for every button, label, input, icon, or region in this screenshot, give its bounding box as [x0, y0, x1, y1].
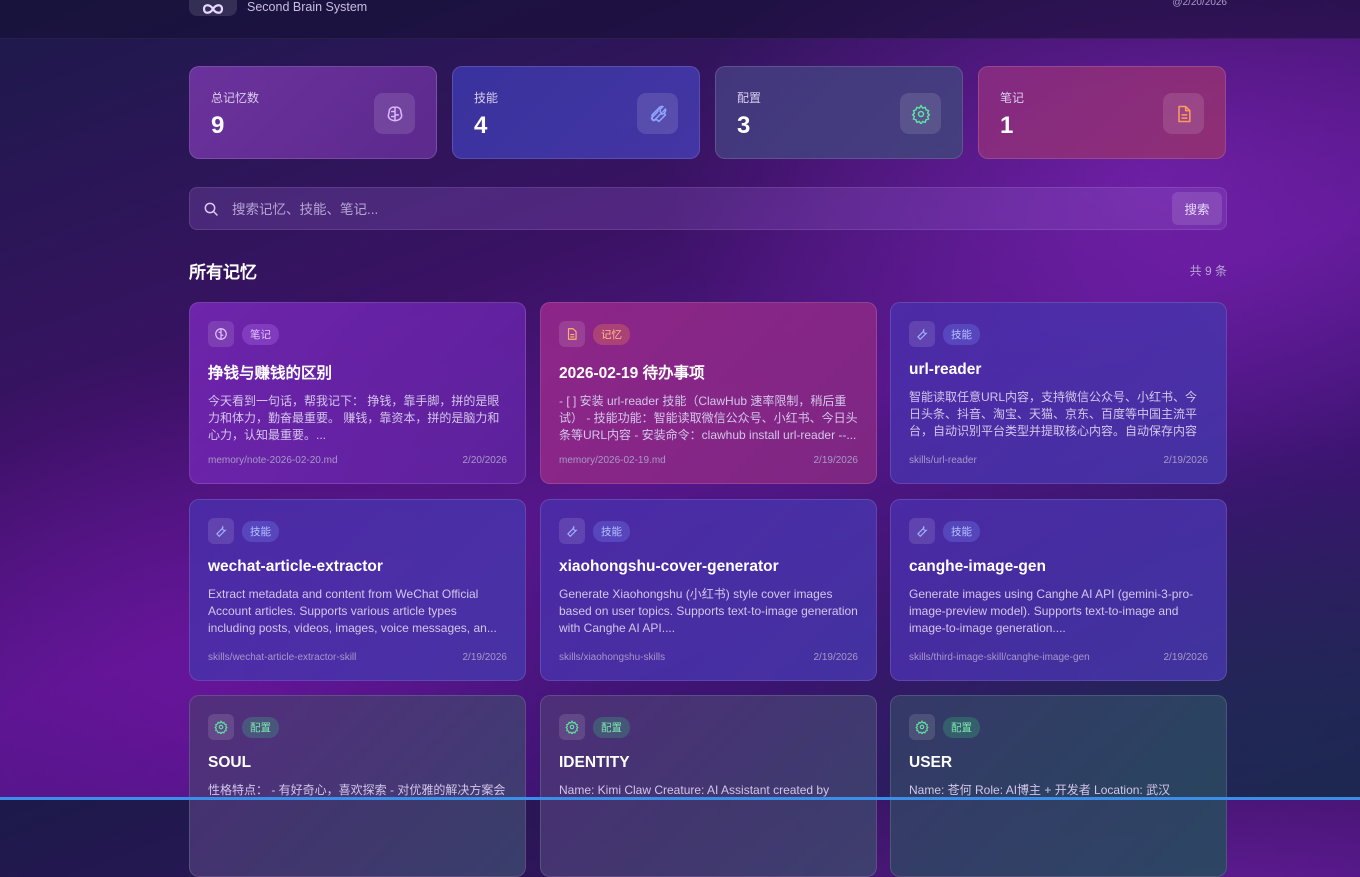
stat-card-notes[interactable]: 笔记 1 [978, 66, 1226, 159]
card-tag: 配置 [943, 716, 980, 738]
card-tag: 配置 [593, 716, 630, 738]
card-description: 智能读取任意URL内容，支持微信公众号、小红书、今日头条、抖音、淘宝、天猫、京东… [909, 390, 1198, 438]
brain-icon [208, 321, 234, 347]
card-path: skills/url-reader [909, 455, 977, 466]
infinity-icon [202, 4, 224, 14]
card-title: canghe-image-gen [909, 558, 1046, 575]
card-description: Generate Xiaohongshu (小红书) style cover i… [559, 587, 858, 635]
card-title: url-reader [909, 361, 982, 378]
card-description: Extract metadata and content from WeChat… [208, 587, 497, 635]
gear-icon [559, 714, 585, 740]
card-tag: 配置 [242, 716, 279, 738]
card-date: 2/19/2026 [462, 652, 508, 663]
card-tag: 技能 [593, 520, 630, 542]
wrench-icon [909, 321, 935, 347]
memory-card[interactable]: 配置 IDENTITY Name: Kimi Claw Creature: AI… [540, 695, 877, 877]
header-date: @2/20/2026 [1172, 0, 1227, 8]
card-path: skills/wechat-article-extractor-skill [208, 652, 357, 663]
memory-card[interactable]: 技能 url-reader 智能读取任意URL内容，支持微信公众号、小红书、今日… [890, 302, 1227, 484]
stat-card-total[interactable]: 总记忆数 9 [189, 66, 437, 159]
card-description: Generate images using Canghe AI API (gem… [909, 587, 1194, 635]
wrench-icon [637, 93, 678, 134]
gear-icon [208, 714, 234, 740]
top-bar: Second Brain System @2/20/2026 [0, 0, 1360, 39]
card-tag: 技能 [943, 323, 980, 345]
card-date: 2/19/2026 [1163, 652, 1209, 663]
memory-card[interactable]: 记忆 2026-02-19 待办事项 - [ ] 安装 url-reader 技… [540, 302, 877, 484]
wrench-icon [559, 518, 585, 544]
card-description: 今天看到一句话，帮我记下： 挣钱，靠手脚，拼的是眼力和体力，勤奋最重要。 赚钱，… [208, 394, 500, 442]
card-title: USER [909, 754, 953, 771]
section-title: 所有记忆 [189, 263, 257, 282]
card-tag: 技能 [943, 520, 980, 542]
card-path: skills/xiaohongshu-skills [559, 652, 666, 663]
search-icon [204, 202, 218, 216]
card-description: - [ ] 安装 url-reader 技能（ClawHub 速率限制，稍后重试… [559, 394, 858, 442]
card-path: skills/third-image-skill/canghe-image-ge… [909, 652, 1090, 663]
file-icon [1163, 93, 1204, 134]
stat-card-skills[interactable]: 技能 4 [452, 66, 700, 159]
section-count: 共 9 条 [1189, 264, 1227, 278]
gear-icon [900, 93, 941, 134]
file-icon [559, 321, 585, 347]
memory-card[interactable]: 技能 wechat-article-extractor Extract meta… [189, 499, 526, 681]
gear-icon [909, 714, 935, 740]
card-tag: 技能 [242, 520, 279, 542]
card-title: 挣钱与赚钱的区别 [208, 365, 333, 382]
card-description: Name: 苍何 Role: AI博主 + 开发者 Location: 武汉 [909, 783, 1171, 797]
card-date: 2/19/2026 [813, 652, 859, 663]
card-date: 2/20/2026 [462, 455, 508, 466]
brain-icon [374, 93, 415, 134]
logo[interactable] [189, 0, 237, 16]
card-path: memory/note-2026-02-20.md [208, 455, 338, 466]
card-description: Name: Kimi Claw Creature: AI Assistant c… [559, 783, 830, 797]
card-tag: 笔记 [242, 323, 279, 345]
card-date: 2/19/2026 [813, 455, 859, 466]
search-button[interactable]: 搜索 [1172, 192, 1222, 225]
card-tag: 记忆 [593, 323, 630, 345]
wrench-icon [909, 518, 935, 544]
search-bar: 搜索 [189, 187, 1227, 231]
card-title: SOUL [208, 754, 252, 771]
memory-card[interactable]: 技能 xiaohongshu-cover-generator Generate … [540, 499, 877, 681]
card-path: memory/2026-02-19.md [559, 455, 666, 466]
card-title: 2026-02-19 待办事项 [559, 365, 705, 382]
memory-card[interactable]: 配置 SOUL 性格特点： - 有好奇心，喜欢探索 - 对优雅的解决方案会 [189, 695, 526, 877]
stat-card-config[interactable]: 配置 3 [715, 66, 963, 159]
card-description: 性格特点： - 有好奇心，喜欢探索 - 对优雅的解决方案会 [208, 783, 506, 797]
search-input[interactable] [230, 188, 1134, 231]
card-date: 2/19/2026 [1163, 455, 1209, 466]
memory-card[interactable]: 技能 canghe-image-gen Generate images usin… [890, 499, 1227, 681]
memory-card[interactable]: 配置 USER Name: 苍何 Role: AI博主 + 开发者 Locati… [890, 695, 1227, 877]
wrench-icon [208, 518, 234, 544]
memory-card[interactable]: 笔记 挣钱与赚钱的区别 今天看到一句话，帮我记下： 挣钱，靠手脚，拼的是眼力和体… [189, 302, 526, 484]
card-title: wechat-article-extractor [208, 558, 383, 575]
card-title: xiaohongshu-cover-generator [559, 558, 779, 575]
card-title: IDENTITY [559, 754, 630, 771]
app-subtitle: Second Brain System [247, 0, 368, 14]
